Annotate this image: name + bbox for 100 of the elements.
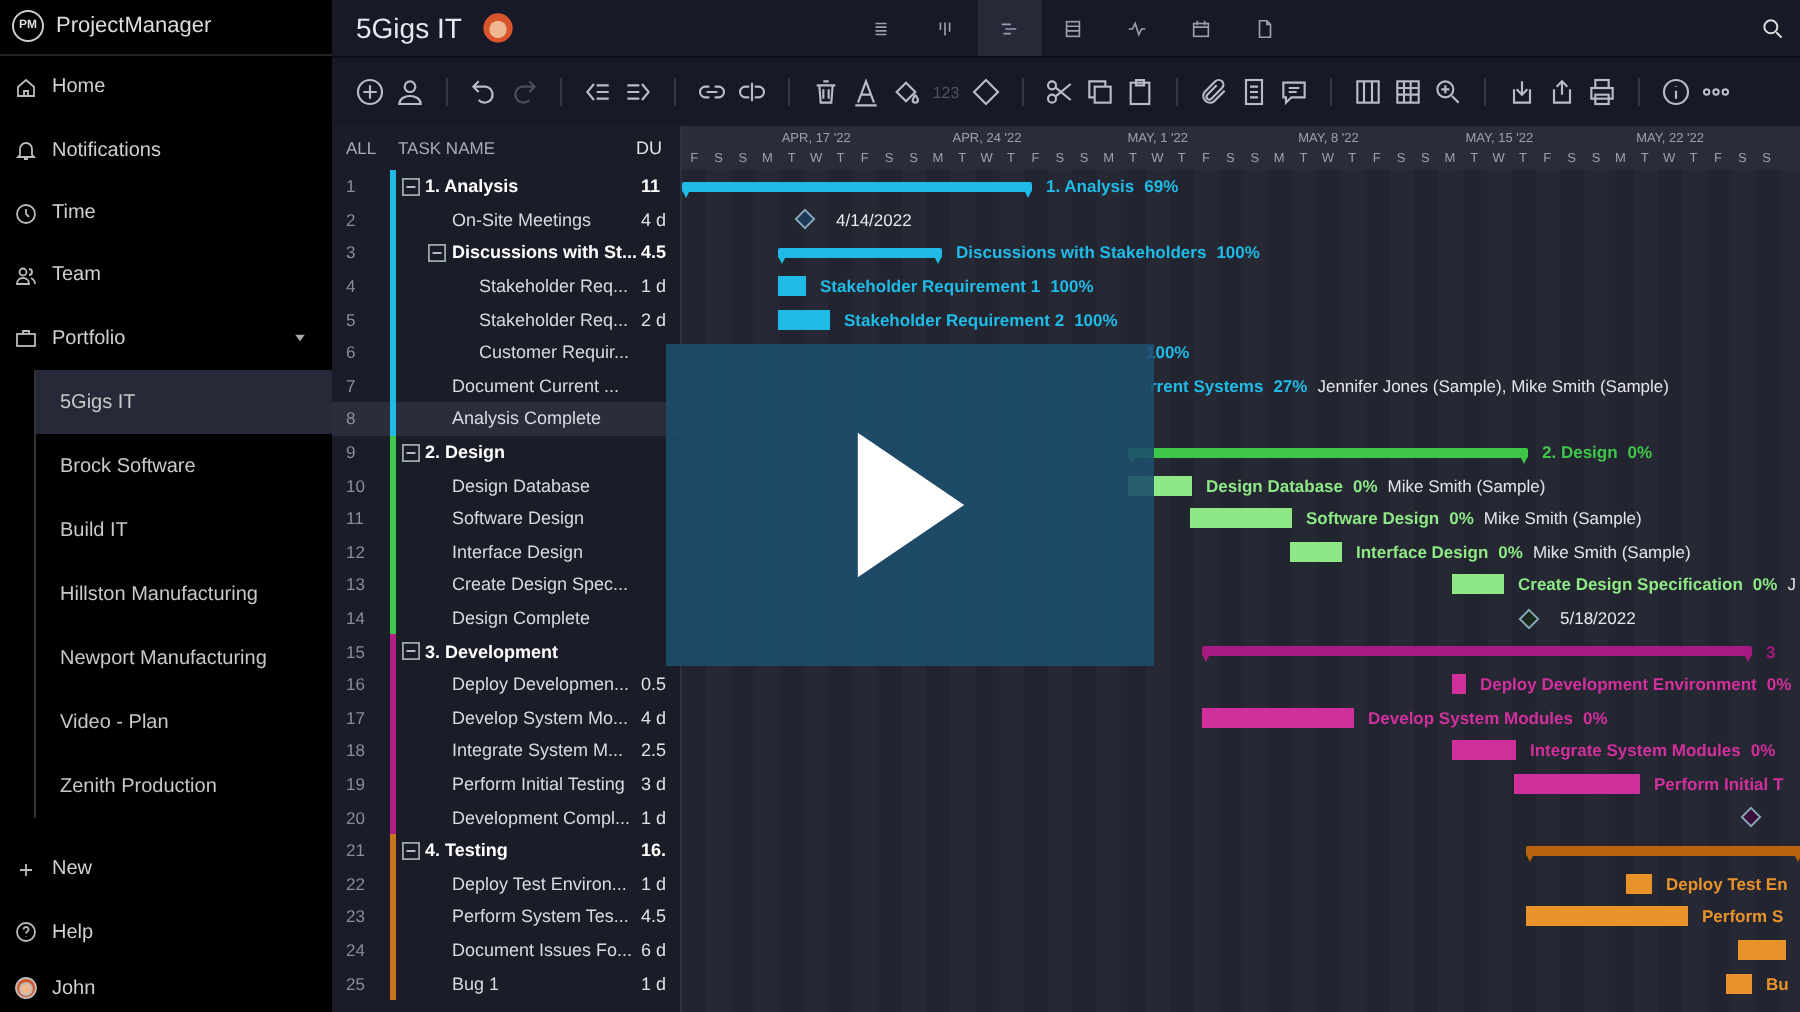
project-item[interactable]: Brock Software bbox=[36, 434, 332, 499]
row-number: 25 bbox=[344, 973, 367, 994]
milestone-diamond[interactable] bbox=[1518, 607, 1540, 630]
paperclip-icon[interactable] bbox=[1198, 76, 1230, 108]
task-row[interactable]: 2 On-Site Meetings 4 d bbox=[332, 203, 680, 237]
milestone-diamond[interactable] bbox=[794, 208, 816, 231]
task-bar[interactable] bbox=[1526, 906, 1688, 927]
project-item[interactable]: Video - Plan bbox=[36, 690, 332, 755]
task-row[interactable]: 19 Perform Initial Testing 3 d bbox=[332, 767, 680, 801]
task-row[interactable]: 18 Integrate System M... 2.5 bbox=[332, 734, 680, 768]
task-row[interactable]: 5 Stakeholder Req... 2 d bbox=[332, 302, 680, 336]
row-number: 7 bbox=[344, 375, 358, 396]
milestone-diamond[interactable] bbox=[1740, 806, 1762, 829]
briefcase-icon bbox=[14, 326, 38, 351]
row-number: 2 bbox=[344, 209, 358, 230]
project-item[interactable]: Hillston Manufacturing bbox=[36, 562, 332, 627]
search-icon[interactable] bbox=[1760, 15, 1786, 41]
project-item[interactable]: Zenith Production bbox=[36, 754, 332, 819]
task-row[interactable]: 17 Develop System Mo... 4 d bbox=[332, 701, 680, 735]
summary-bar[interactable] bbox=[778, 247, 942, 258]
scissors-icon[interactable] bbox=[1044, 76, 1076, 108]
project-title: 5Gigs IT bbox=[356, 12, 462, 44]
bar-label: 4/14/2022 bbox=[836, 209, 912, 230]
project-item[interactable]: Newport Manufacturing bbox=[36, 626, 332, 691]
undo-icon[interactable] bbox=[468, 76, 500, 108]
task-name: Design Database bbox=[452, 475, 591, 496]
task-row[interactable]: 16 Deploy Developmen... 0.5 bbox=[332, 667, 680, 701]
row-number: 4 bbox=[344, 276, 358, 297]
collapse-toggle-icon[interactable] bbox=[401, 177, 419, 196]
percent-label: 100% bbox=[1216, 242, 1260, 263]
collapse-toggle-icon[interactable] bbox=[428, 243, 446, 262]
resource-label: Mike Smith (Sample) bbox=[1532, 541, 1691, 562]
project-item[interactable]: 5Gigs IT bbox=[36, 370, 332, 435]
task-row[interactable]: 20 Development Compl... 1 d bbox=[332, 800, 680, 834]
task-row[interactable]: 25 Bug 1 1 d bbox=[332, 966, 680, 1000]
nav-item[interactable]: Notifications bbox=[0, 118, 332, 182]
bar-label: Create Design Specification bbox=[1518, 574, 1743, 595]
task-row[interactable]: 4 Stakeholder Req... 1 d bbox=[332, 269, 680, 303]
task-name: Create Design Spec... bbox=[452, 574, 629, 595]
milestone-icon[interactable] bbox=[970, 76, 1002, 108]
task-bar[interactable] bbox=[1190, 508, 1292, 529]
nav-item[interactable]: Home bbox=[0, 55, 332, 119]
bar-label: rrent Systems bbox=[1150, 375, 1264, 396]
percent-label: 69% bbox=[1144, 176, 1179, 197]
task-name: Software Design bbox=[452, 508, 585, 529]
column-header[interactable]: DU bbox=[636, 138, 680, 158]
task-name: Stakeholder Req... bbox=[479, 309, 629, 330]
column-header[interactable]: ALL bbox=[332, 138, 390, 158]
assign-user-icon[interactable] bbox=[394, 76, 426, 108]
task-name: Integrate System M... bbox=[452, 740, 624, 761]
task-name: Perform System Tes... bbox=[452, 906, 629, 927]
user-menu[interactable]: John bbox=[0, 964, 332, 1012]
task-name: Interface Design bbox=[452, 541, 584, 562]
collapse-toggle-icon[interactable] bbox=[401, 841, 419, 860]
comment-icon[interactable] bbox=[1278, 76, 1310, 108]
collapse-toggle-icon[interactable] bbox=[401, 443, 419, 462]
summary-bar[interactable] bbox=[1526, 845, 1800, 856]
portfolio-nav-item[interactable]: Portfolio bbox=[0, 307, 332, 371]
nav-item[interactable]: Team bbox=[0, 244, 332, 308]
task-bar[interactable] bbox=[778, 309, 830, 330]
task-bar[interactable] bbox=[1726, 973, 1752, 994]
columns-icon[interactable] bbox=[1352, 76, 1384, 108]
bar-label: Software Design bbox=[1306, 508, 1440, 529]
add-icon[interactable] bbox=[354, 76, 386, 108]
column-header[interactable]: TASK NAME bbox=[390, 138, 636, 158]
nav-item[interactable]: New bbox=[0, 838, 332, 902]
avatar bbox=[14, 976, 38, 1001]
task-name: Bug 1 bbox=[452, 973, 500, 994]
percent-label: 100% bbox=[1146, 342, 1190, 363]
task-bar[interactable] bbox=[1452, 574, 1504, 595]
task-row[interactable]: 21 4. Testing 16. bbox=[332, 833, 680, 867]
task-row[interactable]: 1 1. Analysis 11 bbox=[332, 170, 680, 204]
task-row[interactable]: 23 Perform System Tes... 4.5 bbox=[332, 900, 680, 934]
task-name: Deploy Test Environ... bbox=[452, 873, 627, 894]
avatar bbox=[481, 12, 514, 44]
task-row[interactable]: 24 Document Issues Fo... 6 d bbox=[332, 933, 680, 967]
task-bar[interactable] bbox=[1290, 541, 1342, 562]
percent-label: 0% bbox=[1449, 508, 1474, 529]
print-icon[interactable] bbox=[1586, 76, 1618, 108]
percent-label: 27% bbox=[1273, 375, 1308, 396]
task-bar[interactable] bbox=[778, 276, 806, 297]
paint-bucket-icon[interactable] bbox=[890, 76, 922, 108]
project-item[interactable]: Build IT bbox=[36, 498, 332, 563]
task-bar[interactable] bbox=[1626, 873, 1652, 894]
nav-item[interactable]: Help bbox=[0, 901, 332, 965]
app-name: ProjectManager bbox=[56, 14, 212, 39]
zoom-in-icon[interactable] bbox=[1432, 76, 1464, 108]
grid-icon[interactable] bbox=[1392, 76, 1424, 108]
info-icon[interactable] bbox=[1660, 76, 1692, 108]
task-row[interactable]: 3 Discussions with St... 4.5 bbox=[332, 236, 680, 270]
task-bar[interactable] bbox=[1738, 939, 1786, 960]
collapse-toggle-icon[interactable] bbox=[401, 642, 419, 661]
nav-item[interactable]: Time bbox=[0, 181, 332, 245]
duration-cell: 6 d bbox=[641, 939, 667, 960]
copy-icon[interactable] bbox=[1084, 76, 1116, 108]
text-color-icon[interactable] bbox=[850, 76, 882, 108]
bell-icon bbox=[14, 138, 38, 163]
summary-bar[interactable] bbox=[682, 181, 1032, 192]
task-row[interactable]: 22 Deploy Test Environ... 1 d bbox=[332, 866, 680, 901]
paste-icon[interactable] bbox=[1124, 76, 1156, 108]
